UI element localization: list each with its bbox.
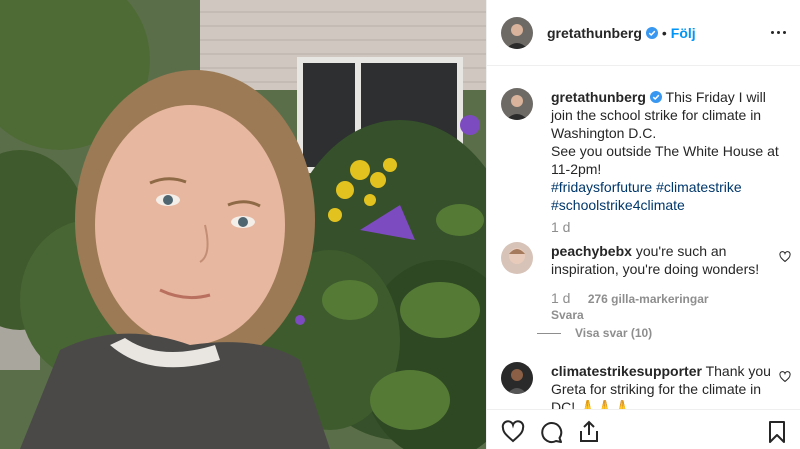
post-header: gretathunberg • Följ <box>487 0 800 66</box>
comment-meta: 1 d 276 gilla-markeringar <box>551 290 717 306</box>
comment-text: peachybebx you're such an inspiration, y… <box>551 242 771 278</box>
divider-line <box>537 332 561 334</box>
comment-username[interactable]: climatestrikesupporter <box>551 363 702 379</box>
header-separator: • <box>661 24 667 41</box>
verified-badge-icon <box>645 26 658 39</box>
action-bar <box>487 409 800 449</box>
follow-button[interactable]: Följ <box>671 25 696 41</box>
reply-button[interactable]: Svara <box>551 308 584 322</box>
share-icon[interactable] <box>577 420 601 444</box>
hashtag-link[interactable]: #climatestrike <box>656 179 742 195</box>
comment-text: climatestrikesupporter Thank you Greta f… <box>551 362 771 410</box>
caption-text: gretathunberg This Friday I will join th… <box>551 88 791 214</box>
comment-username[interactable]: peachybebx <box>551 243 632 259</box>
caption-username[interactable]: gretathunberg <box>551 89 646 105</box>
heart-icon[interactable] <box>779 251 791 263</box>
bookmark-icon[interactable] <box>765 420 789 444</box>
post-photo[interactable] <box>0 0 486 449</box>
comment-icon[interactable] <box>539 420 563 444</box>
post-side-panel: gretathunberg • Följ gretathunberg This … <box>486 0 800 449</box>
post-photo-illustration <box>0 0 486 449</box>
heart-icon[interactable] <box>501 420 525 444</box>
hashtag-link[interactable]: #fridaysforfuture <box>551 179 652 195</box>
post-timestamp: 1 d <box>551 219 571 235</box>
post-caption: gretathunberg This Friday I will join th… <box>501 88 791 214</box>
verified-badge-icon <box>649 91 662 103</box>
header-username[interactable]: gretathunberg <box>547 25 642 41</box>
avatar[interactable] <box>501 88 533 120</box>
avatar[interactable] <box>501 242 533 274</box>
avatar[interactable] <box>501 16 533 49</box>
comments-area[interactable]: gretathunberg This Friday I will join th… <box>487 66 800 410</box>
view-replies-label: Visa svar (10) <box>575 326 653 340</box>
heart-icon[interactable] <box>779 371 791 383</box>
comment-timestamp: 1 d <box>551 290 571 306</box>
comment-likes[interactable]: 276 gilla-markeringar <box>588 292 709 306</box>
avatar[interactable] <box>501 362 533 394</box>
view-replies-button[interactable]: Visa svar (10) <box>537 326 652 340</box>
instagram-post-view: gretathunberg • Följ gretathunberg This … <box>0 0 800 449</box>
more-options-icon[interactable] <box>768 22 788 42</box>
caption-line-2: See you outside The White House at 11-2p… <box>551 143 779 177</box>
hashtag-link[interactable]: #schoolstrike4climate <box>551 197 685 213</box>
